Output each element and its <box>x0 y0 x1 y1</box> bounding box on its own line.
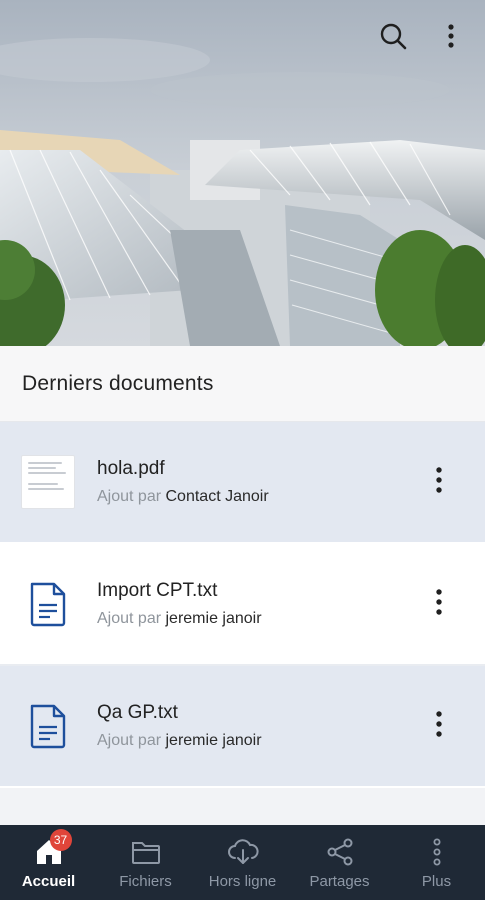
hero-banner <box>0 0 485 346</box>
more-vertical-icon <box>435 588 443 620</box>
document-info: Qa GP.txt Ajout par jeremie janoir <box>97 702 419 750</box>
nav-label: Plus <box>421 873 452 890</box>
document-menu-button[interactable] <box>419 462 459 502</box>
recent-documents-header: Derniers documents <box>0 346 485 422</box>
overflow-menu-button[interactable] <box>431 18 471 58</box>
nav-label: Partages <box>309 873 370 890</box>
document-info: hola.pdf Ajout par Contact Janoir <box>97 458 419 506</box>
added-by-label: Ajout par <box>97 732 162 749</box>
nav-item-hors-ligne[interactable]: Hors ligne <box>194 825 291 900</box>
document-menu-button[interactable] <box>419 706 459 746</box>
document-subtitle: Ajout par Contact Janoir <box>97 488 419 506</box>
document-author: Contact Janoir <box>165 488 269 505</box>
document-menu-button[interactable] <box>419 584 459 624</box>
text-file-icon <box>21 577 75 631</box>
share-icon <box>325 835 355 869</box>
nav-label: Accueil <box>21 873 76 890</box>
pdf-thumbnail <box>21 455 75 509</box>
document-author: jeremie janoir <box>165 610 262 627</box>
document-name: Qa GP.txt <box>97 702 178 723</box>
more-vertical-icon <box>435 710 443 742</box>
added-by-label: Ajout par <box>97 610 162 627</box>
cloud-download-icon <box>227 835 259 869</box>
search-button[interactable] <box>373 18 413 58</box>
nav-item-accueil[interactable]: 37 Accueil <box>0 825 97 900</box>
nav-item-fichiers[interactable]: Fichiers <box>97 825 194 900</box>
added-by-label: Ajout par <box>97 488 162 505</box>
bottom-navigation: 37 Accueil Fichiers Hors ligne Partages … <box>0 825 485 900</box>
more-vertical-icon <box>435 466 443 498</box>
more-vertical-icon <box>447 23 455 53</box>
list-item[interactable]: hola.pdf Ajout par Contact Janoir <box>0 422 485 544</box>
document-name: hola.pdf <box>97 458 165 479</box>
text-file-icon <box>21 699 75 753</box>
list-item[interactable]: Qa GP.txt Ajout par jeremie janoir <box>0 666 485 788</box>
search-icon <box>379 22 407 55</box>
section-title: Derniers documents <box>22 371 214 395</box>
nav-label: Fichiers <box>119 873 172 890</box>
document-subtitle: Ajout par jeremie janoir <box>97 732 419 750</box>
recent-documents-list: hola.pdf Ajout par Contact Janoir Import… <box>0 422 485 788</box>
document-subtitle: Ajout par jeremie janoir <box>97 610 419 628</box>
document-info: Import CPT.txt Ajout par jeremie janoir <box>97 580 419 628</box>
more-vertical-icon <box>433 835 441 869</box>
list-item[interactable]: Import CPT.txt Ajout par jeremie janoir <box>0 544 485 666</box>
folder-icon <box>131 835 161 869</box>
nav-item-plus[interactable]: Plus <box>388 825 485 900</box>
home-icon: 37 <box>34 829 72 869</box>
nav-item-partages[interactable]: Partages <box>291 825 388 900</box>
document-author: jeremie janoir <box>165 732 262 749</box>
document-name: Import CPT.txt <box>97 580 218 601</box>
nav-label: Hors ligne <box>208 873 277 890</box>
notification-badge: 37 <box>49 829 72 851</box>
